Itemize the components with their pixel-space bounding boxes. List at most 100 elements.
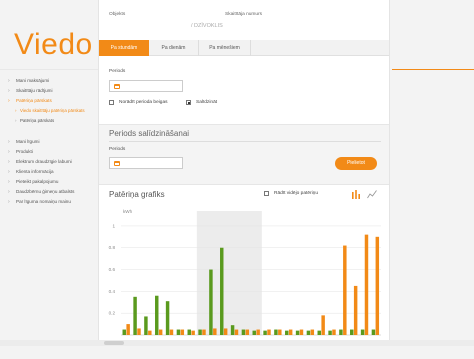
object-value: / DZĪVOKLIS — [191, 23, 223, 29]
chart-bar — [220, 247, 224, 335]
chart-bar — [371, 329, 376, 335]
period-end-checkbox[interactable] — [109, 100, 114, 105]
line-chart-icon[interactable] — [367, 189, 377, 199]
sidebar-item-benefits[interactable]: › Elektrum draudzīgie labumi — [0, 157, 96, 167]
chart-y-tick-label: 0.6 — [109, 267, 116, 272]
period-label: Periods — [109, 69, 126, 74]
tab-monthly[interactable]: Pa mēnešiem — [199, 40, 251, 56]
meter-number-label: Skaitītāja numurs — [225, 12, 263, 17]
compare-checkbox[interactable] — [186, 100, 191, 105]
calendar-icon — [114, 84, 120, 89]
tab-daily[interactable]: Pa dienām — [149, 40, 199, 56]
chart-bar — [230, 325, 235, 335]
chart-bar — [364, 234, 369, 335]
period-date-input[interactable] — [109, 80, 183, 92]
sidebar-subitem-label: Patēriņa pārskats — [20, 117, 55, 123]
chart-bar — [133, 296, 137, 335]
sidebar-item-products[interactable]: › Produkti — [0, 147, 96, 157]
chart-y-axis-label: kWh — [123, 209, 133, 214]
chart-bar — [278, 329, 282, 335]
chevron-right-icon: › — [8, 189, 10, 195]
chart-bar — [285, 330, 289, 335]
chart-bar — [187, 329, 191, 335]
chart-bar — [241, 329, 246, 335]
chart-y-tick-label: 0.8 — [109, 245, 116, 250]
sidebar-subitem-label: Viedo skaitītāju patēriņa pārskats — [20, 108, 85, 113]
sidebar-item-contracts[interactable]: › Mani līgumi — [0, 137, 96, 147]
period-tabs: Pa stundām Pa dienām Pa mēnešiem — [99, 40, 389, 56]
show-average-checkbox[interactable] — [264, 191, 269, 196]
sidebar-item-label: Pieteikt pakalpojumu — [16, 179, 59, 184]
chevron-right-icon: › — [8, 149, 10, 155]
sidebar-item-label: Mani līgumi — [16, 139, 40, 144]
sidebar-item-client-info[interactable]: › Klienta informācija — [0, 167, 96, 177]
sidebar-item-consumption-report[interactable]: › Patēriņa pārskats — [0, 96, 96, 106]
chart-bar — [375, 236, 380, 335]
brand-logo[interactable]: Viedo — [14, 28, 93, 62]
object-header: Objekts Skaitītāja numurs / DZĪVOKLIS — [99, 0, 389, 40]
sidebar-item-payments[interactable]: › Mani maksājumi — [0, 76, 96, 86]
chart-bar — [245, 329, 250, 335]
chart-bar — [180, 329, 185, 335]
scroll-thumb[interactable] — [104, 341, 124, 345]
chart-bar — [256, 329, 260, 335]
chart-bar — [343, 245, 347, 335]
chart-bar — [350, 329, 354, 335]
chart-y-tick-label: 1 — [112, 223, 115, 228]
compare-title: Periods salīdzināšanai — [109, 129, 190, 138]
sidebar-subitem-consumption-report[interactable]: › Patēriņa pārskats — [0, 118, 96, 124]
chevron-right-icon: › — [8, 169, 10, 175]
chevron-right-icon: › — [8, 88, 10, 94]
chart-bar — [223, 328, 228, 335]
apply-button[interactable]: Pielietot — [335, 157, 377, 170]
chart-bar — [198, 329, 202, 335]
compare-date-input[interactable] — [109, 157, 183, 169]
chart-bar — [234, 329, 239, 335]
sidebar-item-meter-readings[interactable]: › Skaitītāju rādījumi — [0, 86, 96, 96]
tab-hourly[interactable]: Pa stundām — [99, 40, 149, 56]
sidebar-item-label: Par līguma nomaiņu mainu — [16, 199, 71, 204]
compare-section: Periods salīdzināšanai Periods Pielietot — [99, 124, 389, 184]
sidebar-subitem-smart-meter-report[interactable]: › Viedo skaitītāju patēriņa pārskats — [0, 108, 96, 114]
chart-bar — [295, 330, 300, 335]
sidebar-item-label: Klienta informācija — [16, 169, 54, 174]
chevron-right-icon: › — [15, 108, 17, 113]
sidebar-nav: › Mani maksājumi › Skaitītāju rādījumi › Pa… — [0, 76, 96, 207]
chart-bar — [122, 329, 126, 335]
chevron-right-icon: › — [8, 159, 10, 165]
chart-bar — [306, 330, 311, 335]
chart-bar — [310, 329, 315, 335]
sidebar-item-family-support[interactable]: › Daudzbērnu ģimeņu atbalsts — [0, 187, 96, 197]
bar-chart-icon[interactable] — [351, 189, 361, 199]
chart-bar — [328, 330, 332, 335]
chart-title: Patēriņa grafiks — [109, 190, 165, 199]
chart-bar — [176, 329, 181, 335]
chart-bar — [252, 330, 256, 335]
show-average-label: Rādīt vidējo patēriņu — [274, 191, 318, 196]
chevron-right-icon: › — [15, 117, 17, 123]
chart-bar — [267, 329, 271, 335]
sidebar-item-label: Produkti — [16, 149, 33, 154]
sidebar-item-contract-change[interactable]: › Par līguma nomaiņu mainu — [0, 197, 96, 207]
chart-bar — [321, 315, 325, 335]
chart-bar — [299, 329, 304, 335]
sidebar-item-label: Daudzbērnu ģimeņu atbalsts — [16, 189, 75, 194]
chart-y-tick-label: 0.4 — [109, 289, 116, 294]
chart-y-tick-label: 0.2 — [109, 311, 116, 316]
main-panel: Objekts Skaitītāja numurs / DZĪVOKLIS Pa… — [98, 0, 390, 346]
horizontal-scrollbar[interactable] — [0, 340, 474, 346]
chart-bar — [158, 329, 163, 335]
chevron-down-icon: › — [8, 98, 10, 104]
chart-bar — [317, 330, 321, 335]
sidebar-item-label: Mani maksājumi — [16, 78, 50, 83]
chevron-right-icon: › — [8, 179, 10, 185]
sidebar-item-request-service[interactable]: › Pieteikt pakalpojumu — [0, 177, 96, 187]
object-label: Objekts — [109, 12, 126, 17]
chart-bar — [169, 329, 174, 335]
logo-divider — [0, 69, 98, 70]
calendar-icon — [114, 161, 120, 166]
chart-highlight-band — [196, 211, 262, 335]
period-end-label: Norādīt perioda beigas — [119, 100, 168, 105]
chart-bar — [137, 328, 141, 335]
compare-label: Salīdzināt — [196, 100, 218, 105]
